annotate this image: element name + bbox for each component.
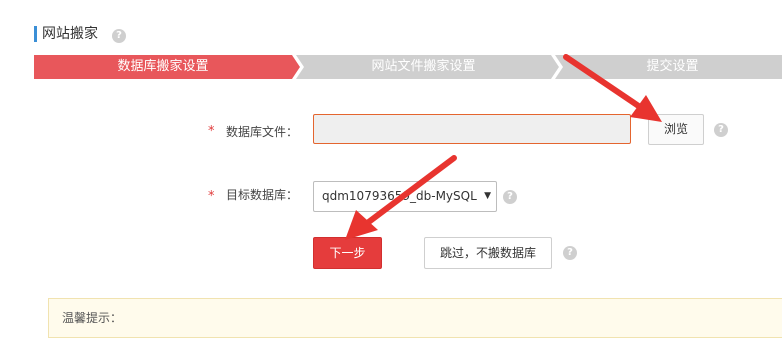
required-mark: *: [208, 189, 215, 204]
skip-help-icon[interactable]: ?: [563, 246, 577, 260]
target-db-label: 目标数据库：: [226, 188, 299, 202]
title-accent-bar: [34, 26, 37, 42]
required-mark: *: [208, 124, 215, 139]
target-db-selected-value: qdm10793659_db-MySQL: [322, 189, 477, 203]
page-title: 网站搬家: [42, 26, 98, 42]
step-progress-bar: 数据库搬家设置 网站文件搬家设置 提交设置: [34, 55, 782, 79]
annotation-arrows: [345, 54, 662, 240]
next-step-button[interactable]: 下一步: [313, 237, 382, 269]
step-1-label[interactable]: 数据库搬家设置: [34, 55, 292, 79]
step-2-label[interactable]: 网站文件搬家设置: [296, 55, 551, 79]
tip-title: 温馨提示：: [62, 311, 123, 325]
help-icon[interactable]: ?: [112, 29, 126, 43]
tip-box: [48, 298, 782, 338]
target-db-help-icon[interactable]: ?: [503, 190, 517, 204]
chevron-down-icon: ▼: [484, 191, 491, 201]
skip-button[interactable]: 跳过，不搬数据库: [424, 237, 552, 269]
browse-help-icon[interactable]: ?: [714, 123, 728, 137]
db-file-label: 数据库文件：: [226, 125, 299, 139]
db-file-input[interactable]: [313, 114, 631, 144]
target-db-select[interactable]: qdm10793659_db-MySQL ▼: [313, 181, 497, 212]
browse-button[interactable]: 浏览: [648, 114, 704, 145]
step-3-label[interactable]: 提交设置: [563, 55, 782, 79]
